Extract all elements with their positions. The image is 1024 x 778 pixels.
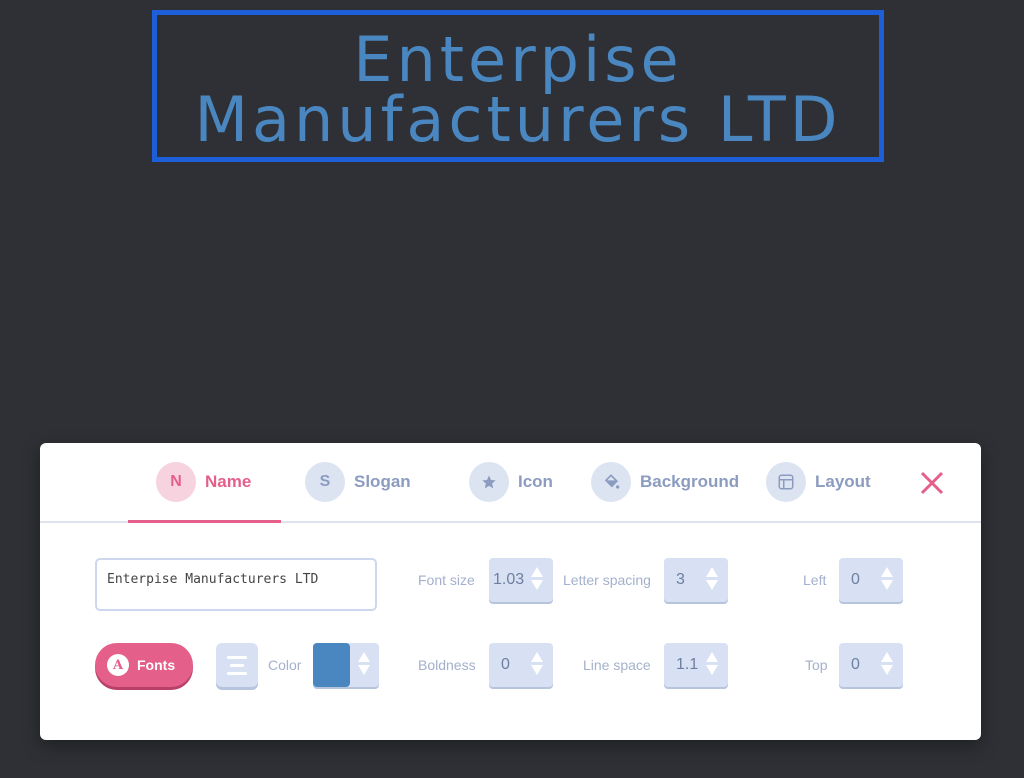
letter-spacing-stepper[interactable]: 3 [664,558,728,602]
close-icon[interactable] [918,469,946,497]
font-size-stepper[interactable]: 1.03 [489,558,553,602]
logo-preview[interactable]: Enterpise Manufacturers LTD [152,10,884,162]
tab-background[interactable]: Background [591,462,739,502]
top-label: Top [805,657,828,673]
line-space-stepper[interactable]: 1.1 [664,643,728,687]
layout-icon [766,462,806,502]
top-stepper[interactable]: 0 [839,643,903,687]
color-picker[interactable] [313,643,379,687]
tab-slogan[interactable]: S Slogan [305,462,411,502]
font-icon: A [107,654,129,676]
company-name-input[interactable]: Enterpise Manufacturers LTD [95,558,377,611]
star-icon [469,462,509,502]
slogan-tab-icon: S [305,462,345,502]
font-size-label: Font size [418,572,475,588]
left-stepper[interactable]: 0 [839,558,903,602]
align-center-icon[interactable] [216,643,258,687]
tab-label: Name [205,472,252,491]
line-space-value: 1.1 [676,656,699,673]
left-value: 0 [851,571,860,588]
logo-name-line-1: Enterpise [353,23,683,96]
paint-bucket-icon [591,462,631,502]
color-label: Color [268,657,302,673]
fonts-label: Fonts [137,657,176,673]
color-swatch[interactable] [313,643,350,687]
tab-label: Background [640,472,740,491]
boldness-label: Boldness [418,657,476,673]
letter-spacing-value: 3 [676,571,685,588]
font-size-value: 1.03 [493,571,525,588]
logo-name-line-2: Manufacturers LTD [194,83,842,156]
top-value: 0 [851,656,860,673]
boldness-stepper[interactable]: 0 [489,643,553,687]
letter-spacing-label: Letter spacing [563,572,651,588]
editor-panel: N Name S Slogan Icon Background Layout E… [40,443,981,740]
active-tab-indicator [128,520,281,523]
tab-label: Layout [815,472,871,491]
tab-label: Icon [518,472,553,491]
boldness-value: 0 [501,656,510,673]
tab-icon[interactable]: Icon [469,462,553,502]
line-space-label: Line space [583,657,651,673]
left-label: Left [803,572,827,588]
tab-layout[interactable]: Layout [766,462,871,502]
tab-label: Slogan [354,472,411,491]
fonts-button[interactable]: A Fonts [95,643,193,687]
tab-name[interactable]: N Name [156,462,251,502]
name-tab-icon: N [156,462,196,502]
